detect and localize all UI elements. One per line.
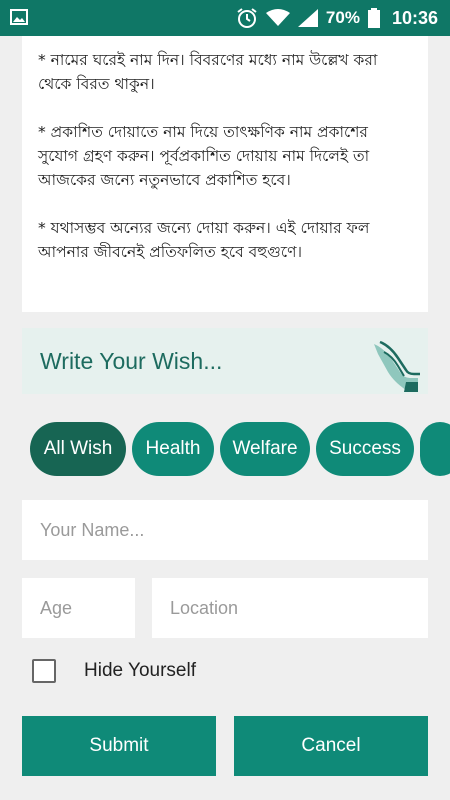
location-field[interactable] [152, 578, 428, 638]
write-wish-title: Write Your Wish... [40, 348, 223, 374]
wifi-icon [265, 9, 290, 26]
status-bar: 70% 10:36 [0, 0, 450, 36]
instructions-card: * নামের ঘরেই নাম দিন। বিবরণের মধ্যে নাম … [22, 36, 428, 312]
instruction-text: * নামের ঘরেই নাম দিন। বিবরণের মধ্যে নাম … [38, 51, 378, 93]
name-input[interactable] [40, 519, 428, 541]
chip-more[interactable] [420, 422, 450, 476]
age-field[interactable] [22, 578, 135, 638]
chip-health[interactable]: Health [132, 422, 214, 476]
clock-time: 10:36 [391, 7, 438, 28]
hide-yourself-checkbox[interactable] [32, 659, 56, 683]
battery-percent: 70% [325, 8, 360, 27]
cancel-button[interactable]: Cancel [234, 716, 428, 776]
chip-welfare[interactable]: Welfare [220, 422, 310, 476]
chip-success[interactable]: Success [316, 422, 414, 476]
alarm-icon [237, 8, 257, 28]
instruction-text: * যথাসম্ভব অন্যের জন্যে দোয়া করুন। এই দ… [38, 219, 370, 261]
instruction-text: * প্রকাশিত দোয়াতে নাম দিয়ে তাৎক্ষণিক ন… [38, 123, 370, 189]
gallery-icon [10, 9, 28, 25]
battery-icon [367, 8, 380, 28]
hide-yourself-row[interactable]: Hide Yourself [32, 656, 196, 686]
hide-yourself-label: Hide Yourself [84, 660, 196, 681]
category-chips: All Wish Health Welfare Success [30, 422, 450, 476]
praying-hands-icon [374, 340, 420, 392]
location-input[interactable] [170, 597, 428, 619]
chip-all-wish[interactable]: All Wish [30, 422, 126, 476]
name-field[interactable] [22, 500, 428, 560]
age-input[interactable] [40, 597, 135, 619]
submit-button[interactable]: Submit [22, 716, 216, 776]
write-wish-header[interactable]: Write Your Wish... [22, 328, 428, 394]
signal-icon [297, 9, 318, 27]
